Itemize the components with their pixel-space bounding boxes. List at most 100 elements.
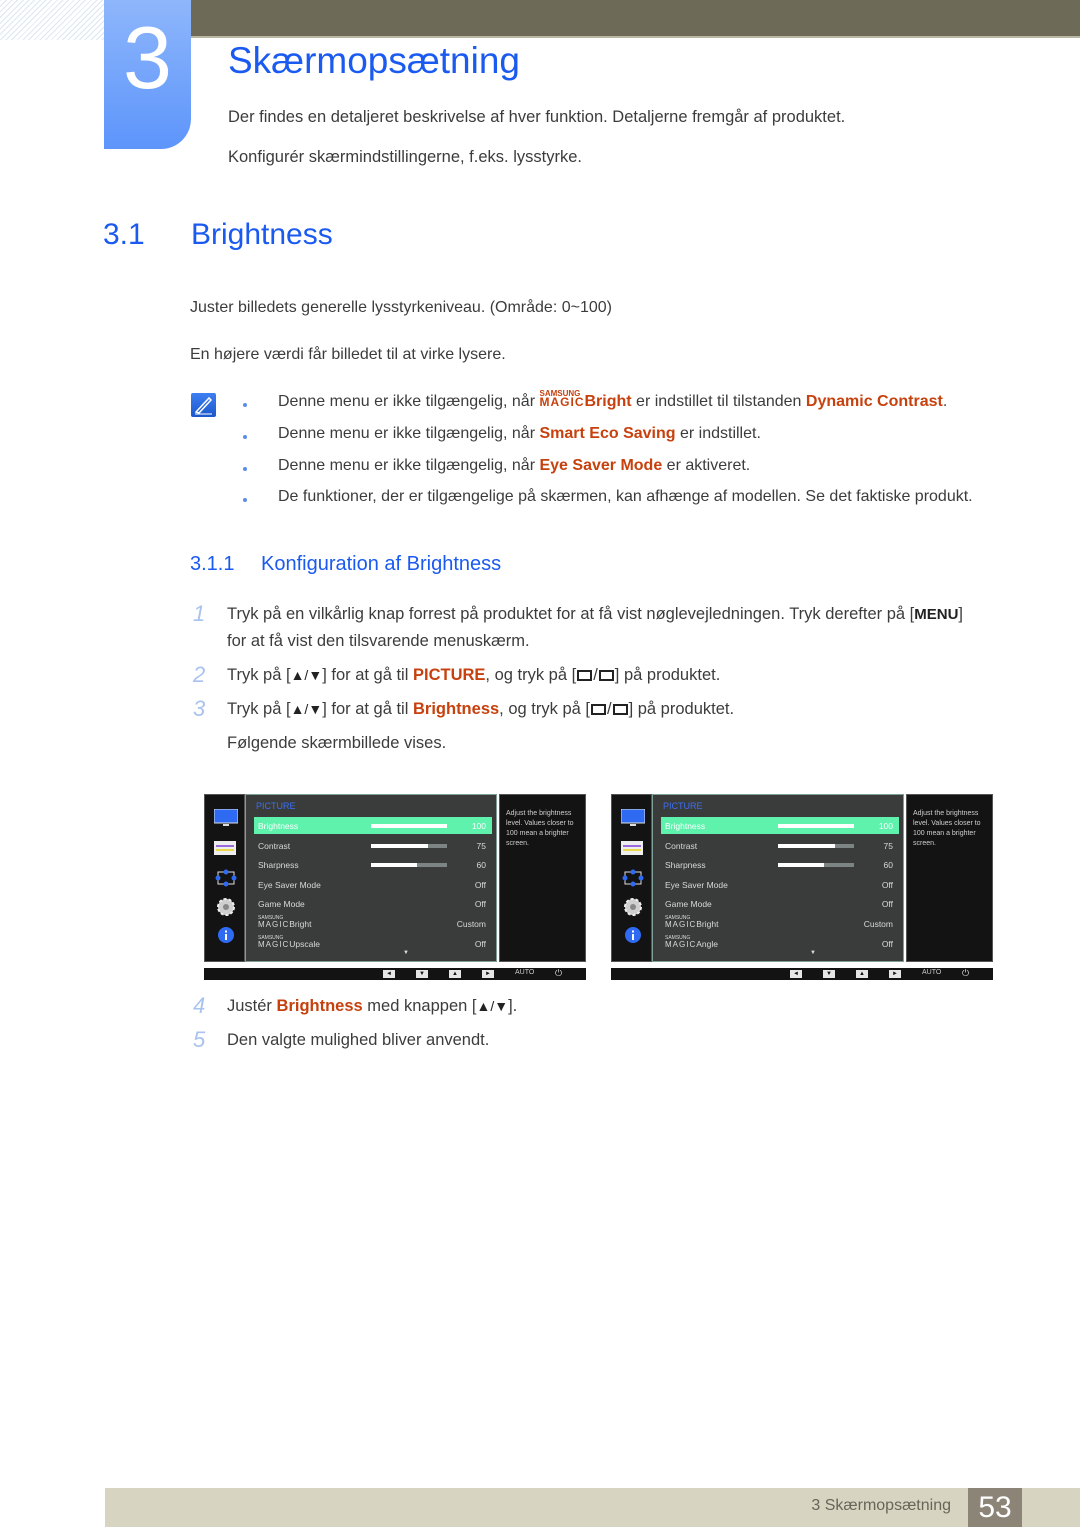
section-number: 3.1 [103,218,145,251]
step-3: Tryk på [▲/▼] for at gå til Brightness, … [227,700,735,718]
osd-menu-item[interactable]: Brightness 100 [661,817,899,834]
step-1-line-2: for at få vist den tilsvarende menuskærm… [227,632,530,650]
osd-screenshot-1: PICTURE Brightness 100 Contrast 75 Sharpness 6… [204,794,586,980]
osd-menu-item[interactable]: SAMSUNG MAGICUpscale Off [254,935,492,952]
samsung-magic-logo: SAMSUNG MAGIC [665,934,697,949]
step-number: 4 [193,993,206,1018]
osd-item-label: Sharpness [665,860,706,871]
osd-item-value: Custom [863,919,893,929]
info-icon [625,927,641,943]
step-number: 2 [193,662,206,687]
step-number: 3 [193,696,206,721]
note-item-3: Denne menu er ikke tilgængelig, når Eye … [278,457,751,474]
note-item-4: De funktioner, der er tilgængelige på sk… [278,488,973,505]
bullet-dot [243,498,247,502]
step-number: 1 [193,601,206,626]
osd-menu-item[interactable]: Eye Saver Mode Off [254,876,492,893]
settings-gear-icon [624,898,642,916]
power-icon[interactable]: ⏻ [555,968,562,979]
osd-slider-fill [371,843,428,848]
osd-menu-item[interactable]: Sharpness 60 [254,856,492,873]
osd-screenshot-2: PICTURE Brightness 100 Contrast 75 Sharpness 6… [611,794,993,980]
note-item-2: Denne menu er ikke tilgængelig, når Smar… [278,425,761,442]
osd-menu-panel: PICTURE Brightness 100 Contrast 75 Sharpness 6… [245,794,497,962]
osd-item-value: 60 [883,860,893,871]
osd-menu-item[interactable]: Eye Saver Mode Off [661,876,899,893]
power-icon[interactable]: ⏻ [962,968,969,979]
osd-item-label: SAMSUNG MAGICUpscale [258,934,320,949]
bullet-dot [243,435,247,439]
up-button-icon[interactable]: ▲ [856,970,868,978]
osd-item-label: Sharpness [258,860,299,871]
header-bar [190,0,1080,38]
right-button-icon[interactable]: ► [482,970,494,978]
step-4: Justér Brightness med knappen [▲/▼]. [227,997,518,1015]
osd-item-label: Game Mode [258,899,305,910]
up-button-icon[interactable]: ▲ [449,970,461,978]
step-5: Den valgte mulighed bliver anvendt. [227,1031,490,1049]
osd-menu-item[interactable]: Brightness 100 [254,817,492,834]
enter-button-icon [598,670,614,682]
note-item-1: Denne menu er ikke tilgængelig, når SAMS… [278,389,948,410]
subsection-title: Konfiguration af Brightness [261,553,502,575]
menu-key: MENU [914,606,959,623]
osd-slider-track [778,863,854,868]
enter-button-icon [612,704,628,716]
bullet-dot [243,467,247,471]
osd-menu-item[interactable]: SAMSUNG MAGICBright Custom [254,915,492,932]
osd-menu-title: PICTURE [256,801,296,811]
osd-item-label: SAMSUNG MAGICAngle [665,934,718,949]
osd-item-label: Brightness [665,821,706,831]
osd-sidebar [204,794,245,962]
osd-item-value: Off [881,879,893,890]
osd-item-label: Game Mode [665,899,712,910]
osd-item-value: 100 [471,821,486,831]
bullet-dot [243,403,247,407]
osd-slider-fill [778,824,854,828]
osd-menu-item[interactable]: SAMSUNG MAGICBright Custom [661,915,899,932]
osd-item-label: Eye Saver Mode [665,879,728,890]
scroll-down-icon: ▼ [403,950,409,956]
intro-line-2: Konfigurér skærmindstillingerne, f.eks. … [228,148,582,166]
osd-menu-item[interactable]: Game Mode Off [661,895,899,912]
osd-slider-track [371,843,447,848]
scroll-down-icon: ▼ [810,950,816,956]
osd-slider-fill [371,824,447,828]
right-button-icon[interactable]: ► [889,970,901,978]
down-button-icon[interactable]: ▼ [823,970,835,978]
note-pencil-icon [191,393,216,417]
decorative-hatch [0,0,104,40]
up-down-arrows-icon: ▲/▼ [290,701,323,717]
up-down-arrows-icon: ▲/▼ [290,667,323,683]
auto-button[interactable]: AUTO [922,969,941,976]
page-number: 53 [968,1488,1022,1527]
osd-item-value: Off [474,899,486,910]
osd-slider-fill [371,863,417,868]
section-paragraph-1: Juster billedets generelle lysstyrkenive… [190,299,612,316]
osd-menu-item[interactable]: Sharpness 60 [661,856,899,873]
osd-menu-title: PICTURE [663,801,703,811]
auto-button[interactable]: AUTO [515,969,534,976]
up-down-arrows-icon: ▲/▼ [476,998,509,1014]
settings-gear-icon [217,898,235,916]
osd-menu-item[interactable]: Contrast 75 [661,837,899,854]
osd-slider-fill [778,863,824,868]
osd-item-label: Contrast [258,840,291,851]
intro-line-1: Der findes en detaljeret beskrivelse af … [228,108,846,126]
down-button-icon[interactable]: ▼ [416,970,428,978]
osd-menu-item[interactable]: Contrast 75 [254,837,492,854]
left-button-icon[interactable]: ◄ [790,970,802,978]
picture-monitor-icon [214,809,238,826]
step-number: 5 [193,1027,206,1052]
osd-item-value: Custom [456,919,486,929]
picture-monitor-icon [621,809,645,826]
osd-button-bar: ◄ ▼ ▲ ► AUTO ⏻ [611,968,993,980]
osd-item-value: 60 [476,860,486,871]
osd-slider-track [371,863,447,868]
osd-item-label: Brightness [258,821,299,831]
osd-menu-item[interactable]: Game Mode Off [254,895,492,912]
osd-button-bar: ◄ ▼ ▲ ► AUTO ⏻ [204,968,586,980]
section-paragraph-2: En højere værdi får billedet til at virk… [190,346,506,363]
left-button-icon[interactable]: ◄ [383,970,395,978]
osd-menu-item[interactable]: SAMSUNG MAGICAngle Off [661,935,899,952]
